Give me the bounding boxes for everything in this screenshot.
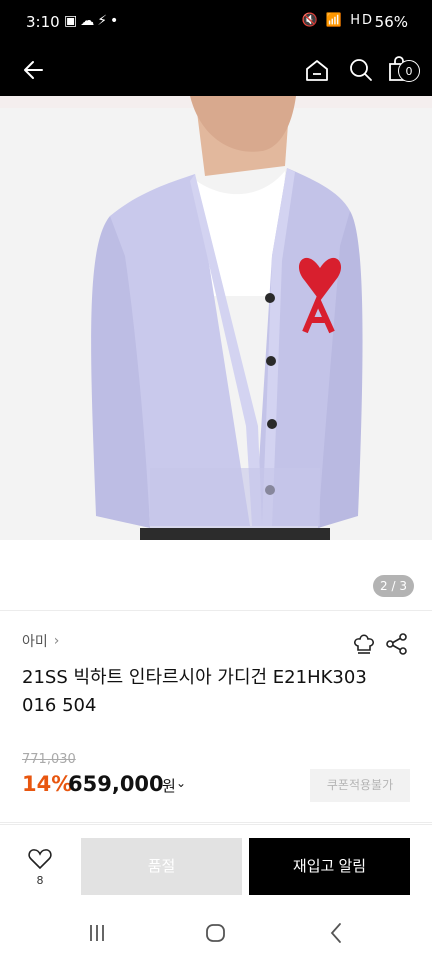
wishlist-button[interactable]: 8: [22, 846, 58, 888]
divider: [0, 610, 432, 611]
image-counter: 2 / 3: [373, 575, 414, 597]
system-nav-bar: [0, 908, 432, 960]
back-nav-icon: [330, 923, 341, 943]
heart-icon: [28, 849, 52, 870]
battery-level: 56%: [374, 13, 408, 31]
brand-link[interactable]: 아미 ›: [22, 631, 59, 651]
system-icons: 🔇 📶 HD: [301, 13, 374, 28]
share-button[interactable]: [383, 630, 411, 658]
chevron-right-icon: ›: [53, 633, 60, 649]
product-title: 21SS 빅하트 인타르시아 가디건 E21HK303 016 504: [22, 667, 367, 716]
cart-count-badge: 0: [398, 60, 420, 82]
back-button[interactable]: [16, 52, 52, 88]
search-button[interactable]: [343, 52, 379, 88]
home-nav-icon: [206, 924, 225, 942]
cardigan-photo: [0, 96, 432, 540]
notification-icons: ▣☁⚡•: [64, 13, 122, 29]
status-bar: 3:10 ▣☁⚡• 🔇 📶 HD 56%: [0, 0, 432, 44]
brand-name: 아미: [22, 634, 48, 650]
recent-apps-icon: [90, 925, 104, 941]
back-nav-button[interactable]: [322, 920, 352, 946]
divider: [0, 822, 432, 823]
recent-apps-button[interactable]: [82, 920, 112, 946]
home-nav-button[interactable]: [201, 920, 231, 946]
soldout-button[interactable]: 품절: [81, 838, 242, 895]
coupon-button[interactable]: 쿠폰적용불가: [310, 769, 410, 802]
sale-price: 659,000: [68, 772, 164, 796]
currency-unit[interactable]: 원: [162, 775, 176, 796]
app-header: [0, 44, 432, 96]
wishlist-count: 8: [36, 874, 44, 887]
home-button[interactable]: [299, 52, 335, 88]
back-arrow-icon: [24, 61, 43, 79]
home-icon: [306, 60, 328, 81]
original-price: 771,030: [22, 752, 76, 767]
status-time: 3:10: [26, 13, 60, 31]
chevron-down-icon[interactable]: ⌄: [176, 776, 186, 790]
share-icon: [386, 633, 407, 655]
chef-hat-icon: [354, 634, 374, 654]
restock-alert-button[interactable]: 재입고 알림: [249, 838, 410, 895]
chef-hat-button[interactable]: [350, 630, 378, 658]
product-image[interactable]: [0, 96, 432, 540]
search-icon: [350, 59, 372, 81]
discount-rate: 14%: [22, 772, 73, 796]
